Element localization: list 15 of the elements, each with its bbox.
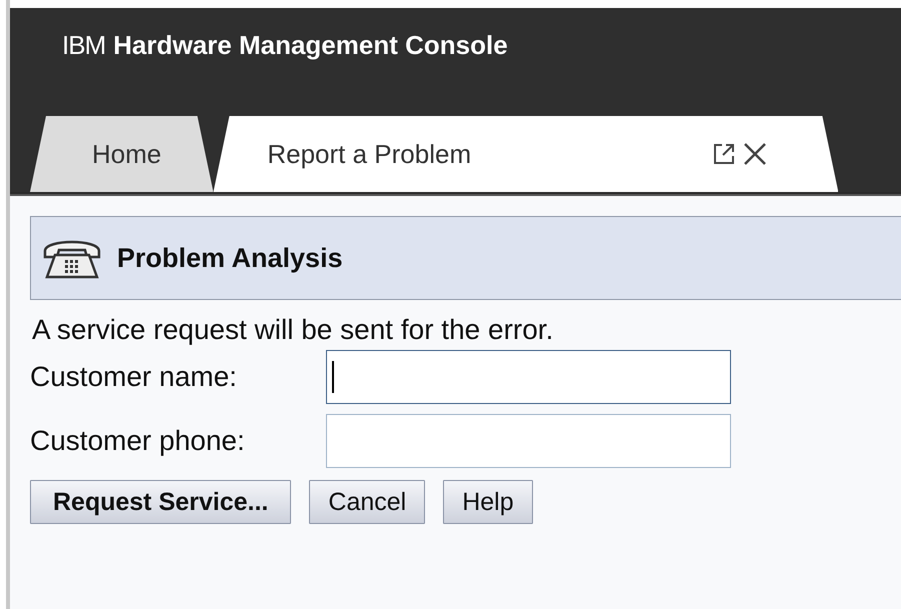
dialog-button[interactable]: Help — [443, 480, 533, 524]
input-field[interactable] — [326, 350, 731, 404]
message-text: A service request will be sent for the error. — [32, 314, 554, 346]
pop-out-icon[interactable] — [712, 142, 736, 166]
dialog-button[interactable]: Request Service... — [30, 480, 292, 524]
section-title: Problem Analysis — [117, 242, 343, 274]
dialog-button[interactable]: Cancel — [309, 480, 426, 524]
field-label: Customer name: — [30, 361, 238, 393]
brand-name: IBM — [62, 30, 106, 60]
close-icon[interactable] — [742, 141, 768, 167]
input-field[interactable] — [326, 414, 731, 468]
tab[interactable]: Home — [30, 116, 214, 192]
tab[interactable]: Report a Problem — [213, 116, 838, 192]
field-label: Customer phone: — [30, 425, 246, 457]
app-title: Hardware Management Console — [113, 30, 508, 60]
